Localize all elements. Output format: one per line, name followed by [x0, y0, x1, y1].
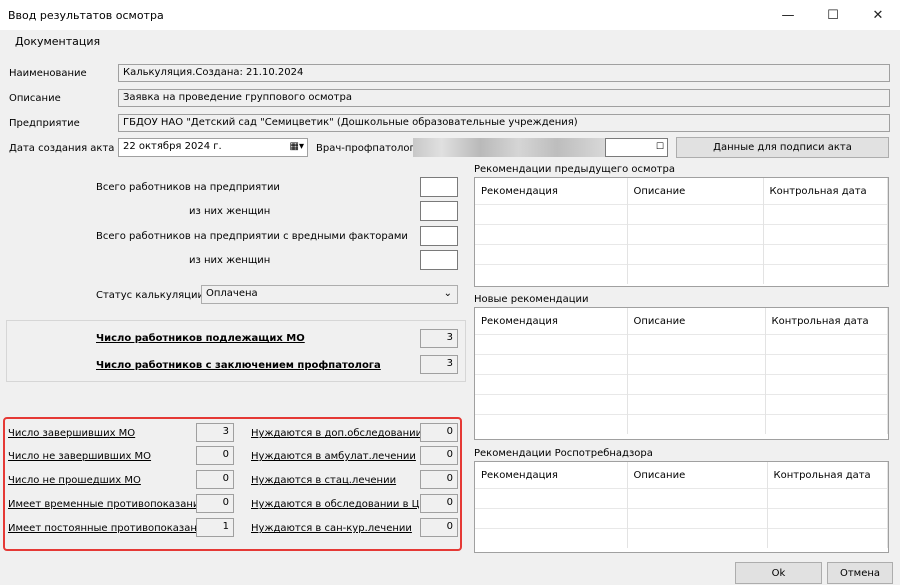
cp-exam-link[interactable]: Нуждаются в обследовании в ЦП: [251, 499, 427, 510]
summary-panel: [6, 320, 466, 382]
column-header[interactable]: Рекомендация: [475, 178, 628, 205]
maximize-button[interactable]: ☐: [811, 0, 855, 30]
permanent-contra-link[interactable]: Имеет постоянные противопоказания: [8, 523, 209, 534]
not-passed-mo-value: 0: [196, 470, 234, 489]
new-recommendations-title: Новые рекомендации: [474, 294, 589, 305]
table-row[interactable]: [475, 508, 888, 529]
not-completed-mo-value: 0: [196, 446, 234, 465]
harmful-women-input[interactable]: [420, 250, 458, 270]
column-header[interactable]: Рекомендация: [475, 308, 628, 335]
table-row[interactable]: [475, 354, 888, 375]
column-header[interactable]: Контрольная дата: [765, 308, 888, 335]
date-picker[interactable]: 22 октября 2024 г. ▦▾: [118, 138, 308, 157]
column-header[interactable]: Описание: [627, 462, 768, 489]
table-row[interactable]: [475, 374, 888, 395]
temporary-contra-value: 0: [196, 494, 234, 513]
completed-mo-value: 3: [196, 423, 234, 442]
women-input[interactable]: [420, 201, 458, 221]
table-row[interactable]: [475, 528, 888, 548]
prev-recommendations-title: Рекомендации предыдущего осмотра: [474, 164, 675, 175]
total-workers-input[interactable]: [420, 177, 458, 197]
menu-documentation[interactable]: Документация: [15, 35, 100, 48]
sanatorium-link[interactable]: Нуждаются в сан-кур.лечении: [251, 523, 412, 534]
table-row[interactable]: [475, 224, 888, 245]
sign-data-button[interactable]: Данные для подписи акта: [676, 137, 889, 158]
not-passed-mo-link[interactable]: Число не прошедших МО: [8, 475, 141, 486]
cancel-button[interactable]: Отмена: [827, 562, 893, 584]
table-row[interactable]: [475, 394, 888, 415]
date-value: 22 октября 2024 г.: [123, 141, 222, 152]
window-title: Ввод результатов осмотра: [8, 9, 164, 22]
minimize-button[interactable]: —: [766, 0, 810, 30]
conclusion-value: 3: [420, 355, 458, 374]
outpatient-value: 0: [420, 446, 458, 465]
table-row[interactable]: [475, 244, 888, 265]
doctor-select[interactable]: ☐: [605, 138, 668, 157]
table-row[interactable]: [475, 334, 888, 355]
column-header[interactable]: Контрольная дата: [767, 462, 888, 489]
status-label: Статус калькуляции: [96, 290, 204, 301]
date-label: Дата создания акта: [9, 143, 115, 154]
name-label: Наименование: [9, 68, 87, 79]
table-row[interactable]: [475, 488, 888, 509]
column-header[interactable]: Описание: [627, 308, 766, 335]
calendar-dropdown-icon[interactable]: ▦▾: [290, 141, 304, 152]
total-workers-label: Всего работников на предприятии: [96, 182, 280, 193]
table-row[interactable]: [475, 264, 888, 284]
doctor-name-redacted: [413, 138, 605, 157]
completed-mo-link[interactable]: Число завершивших МО: [8, 428, 135, 439]
prev-recommendations-grid[interactable]: Рекомендация Описание Контрольная дата: [474, 177, 889, 287]
table-row[interactable]: [475, 414, 888, 434]
organization-label: Предприятие: [9, 118, 80, 129]
rpn-recommendations-title: Рекомендации Роспотребнадзора: [474, 448, 653, 459]
column-header[interactable]: Рекомендация: [475, 462, 628, 489]
table-row[interactable]: [475, 204, 888, 225]
temporary-contra-link[interactable]: Имеет временные противопоказания: [8, 499, 205, 510]
new-recommendations-grid[interactable]: Рекомендация Описание Контрольная дата: [474, 307, 889, 440]
inpatient-value: 0: [420, 470, 458, 489]
ok-button[interactable]: Ok: [735, 562, 822, 584]
doctor-label: Врач-профпатолог: [316, 143, 415, 154]
harmful-women-label: из них женщин: [189, 255, 271, 266]
outpatient-link[interactable]: Нуждаются в амбулат.лечении: [251, 451, 416, 462]
status-select[interactable]: Оплачена ⌄: [201, 285, 458, 304]
menu-bar: [0, 30, 900, 52]
extra-exam-link[interactable]: Нуждаются в доп.обследовании: [251, 428, 422, 439]
column-header[interactable]: Описание: [627, 178, 764, 205]
name-field[interactable]: Калькуляция.Создана: 21.10.2024: [118, 64, 890, 82]
harmful-workers-input[interactable]: [420, 226, 458, 246]
organization-field[interactable]: ГБДОУ НАО "Детский сад "Семицветик" (Дош…: [118, 114, 890, 132]
subject-mo-value: 3: [420, 329, 458, 348]
women-label: из них женщин: [189, 206, 271, 217]
cp-exam-value: 0: [420, 494, 458, 513]
rpn-recommendations-grid[interactable]: Рекомендация Описание Контрольная дата: [474, 461, 889, 553]
sanatorium-value: 0: [420, 518, 458, 537]
permanent-contra-value: 1: [196, 518, 234, 537]
extra-exam-value: 0: [420, 423, 458, 442]
subject-mo-link[interactable]: Число работников подлежащих МО: [96, 333, 305, 344]
conclusion-link[interactable]: Число работников с заключением профпатол…: [96, 360, 381, 371]
close-button[interactable]: ✕: [856, 0, 900, 30]
lookup-icon[interactable]: ☐: [656, 142, 664, 152]
harmful-workers-label: Всего работников на предприятии с вредны…: [96, 231, 408, 242]
description-field[interactable]: Заявка на проведение группового осмотра: [118, 89, 890, 107]
chevron-down-icon: ⌄: [443, 288, 452, 299]
not-completed-mo-link[interactable]: Число не завершивших МО: [8, 451, 151, 462]
inpatient-link[interactable]: Нуждаются в стац.лечении: [251, 475, 396, 486]
status-value: Оплачена: [206, 288, 258, 299]
description-label: Описание: [9, 93, 61, 104]
column-header[interactable]: Контрольная дата: [763, 178, 888, 205]
